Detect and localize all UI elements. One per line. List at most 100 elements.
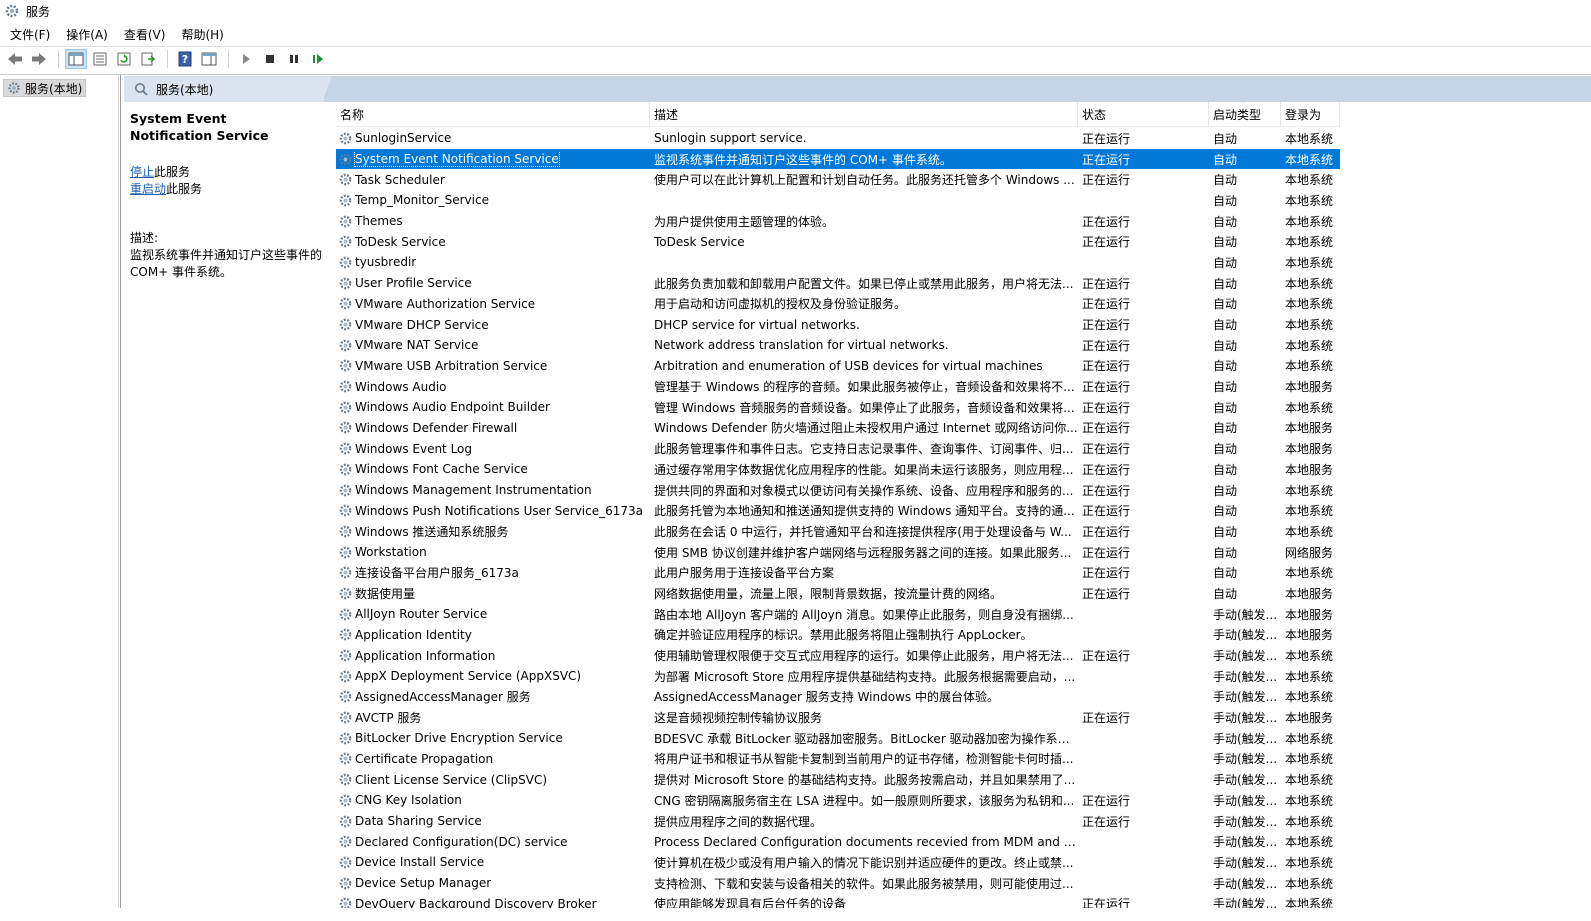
table-row[interactable]: Certificate Propagation 将用户证书和根证书从智能卡复制到当… [336,749,1340,770]
table-row[interactable]: Device Install Service 使计算机在极少或没有用户输入的情况下… [336,852,1340,873]
tree-item-services-local[interactable]: 服务(本地) [3,79,87,97]
service-logon-as: 本地系统 [1285,669,1334,684]
table-row[interactable]: Declared Configuration(DC) service Proces… [336,831,1340,852]
work-area: 服务(本地) 服务(本地) System Event Notification … [0,74,1591,921]
stop-service-link[interactable]: 停止 [130,165,154,179]
table-row[interactable]: Windows Font Cache Service 通过缓存常用字体数据优化应用… [336,459,1340,480]
services-gear-icon [8,82,20,94]
table-row-selected[interactable]: System Event Notification Service 监视系统事件并… [336,148,1340,170]
table-row[interactable]: AppX Deployment Service (AppXSVC) 为部署 Mic… [336,666,1340,687]
back-arrow-icon[interactable] [4,49,26,69]
table-row[interactable]: SunloginService Sunlogin support service.… [336,128,1340,149]
console-tree: 服务(本地) [0,75,121,921]
show-tree-icon[interactable] [65,49,87,69]
service-rows: SunloginService Sunlogin support service.… [336,128,1340,914]
service-gear-icon [339,360,352,372]
service-description: 使用辅助管理权限便于交互式应用程序的运行。如果停止此服务，用户将无法... [654,649,1074,664]
start-service-icon[interactable] [235,49,257,69]
column-header-logon[interactable]: 登录为 [1281,102,1340,127]
table-row[interactable]: BitLocker Drive Encryption Service BDESVC… [336,728,1340,749]
table-row[interactable]: AssignedAccessManager 服务 AssignedAccessMa… [336,687,1340,708]
table-row[interactable]: User Profile Service 此服务负责加载和卸载用户配置文件。如果已… [336,273,1340,294]
table-row[interactable]: AVCTP 服务 这是音频视频控制传输协议服务 正在运行 手动(触发... 本地服务 [336,707,1340,728]
menu-file[interactable]: 文件(F) [10,26,50,43]
table-row[interactable]: Application Identity 确定并验证应用程序的标识。禁用此服务将阻… [336,625,1340,646]
table-row[interactable]: VMware NAT Service Network address transl… [336,335,1340,356]
service-name-cell: Windows Audio Endpoint Builder [336,400,650,415]
service-startup-type: 自动 [1213,318,1238,333]
table-row[interactable]: CNG Key Isolation CNG 密钥隔离服务宿主在 LSA 进程中。如… [336,790,1340,811]
menu-action[interactable]: 操作(A) [66,26,108,43]
service-name-cell: Data Sharing Service [336,814,650,829]
service-startup-type: 自动 [1213,442,1238,457]
service-name-cell: Workstation [336,545,650,560]
service-description: 提供对 Microsoft Store 的基础结构支持。此服务按需启动，并且如果… [654,773,1076,788]
pane-header: 服务(本地) [124,76,1591,102]
properties-icon[interactable] [89,49,111,69]
column-header-status[interactable]: 状态 [1078,102,1209,127]
table-row[interactable]: Windows Defender Firewall Windows Defende… [336,418,1340,439]
column-header-name[interactable]: 名称 [336,102,650,127]
forward-arrow-icon[interactable] [28,49,50,69]
menu-help[interactable]: 帮助(H) [181,26,223,43]
service-name-cell: Windows Push Notifications User Service_… [336,503,650,518]
service-gear-icon [339,649,352,662]
service-name: Windows Defender Firewall [355,420,518,435]
stop-service-icon[interactable] [259,49,281,69]
table-row[interactable]: Themes 为用户提供使用主题管理的体验。 正在运行 自动 本地系统 [336,211,1340,232]
tree-divider [118,75,119,921]
table-row[interactable]: Client License Service (ClipSVC) 提供对 Micr… [336,769,1340,790]
service-logon-as: 本地系统 [1285,297,1334,312]
service-name: Task Scheduler [355,172,445,187]
show-action-pane-icon[interactable] [198,49,220,69]
table-row[interactable]: Device Setup Manager 支持检测、下载和安装与设备相关的软件。如… [336,873,1340,894]
table-row[interactable]: 数据使用量 网络数据使用量，流量上限，限制背景数据，按流量计费的网络。 正在运行 自动… [336,583,1340,604]
service-logon-as: 本地系统 [1285,483,1334,498]
service-name: Workstation [355,545,427,560]
table-row[interactable]: tyusbredir 自动 本地系统 [336,252,1340,273]
service-startup-type: 自动 [1213,152,1238,167]
table-row[interactable]: 连接设备平台用户服务_6173a 此用户服务用于连接设备平台方案 正在运行 自动 本地系… [336,562,1340,583]
table-row[interactable]: AllJoyn Router Service 路由本地 AllJoyn 客户端的 … [336,604,1340,625]
service-name: SunloginService [355,131,452,146]
service-name: Device Install Service [355,855,485,870]
table-row[interactable]: VMware Authorization Service 用于启动和访问虚拟机的授… [336,294,1340,315]
service-status: 正在运行 [1082,793,1131,808]
table-row[interactable]: Task Scheduler 使用户可以在此计算机上配置和计划自动任务。此服务还托… [336,169,1340,190]
table-row[interactable]: VMware DHCP Service DHCP service for virt… [336,314,1340,335]
table-row[interactable]: Windows Audio Endpoint Builder 管理 Windows… [336,397,1340,418]
service-name: AppX Deployment Service (AppXSVC) [355,669,582,684]
table-row[interactable]: Workstation 使用 SMB 协议创建并维护客户端网络与远程服务器之间的连… [336,542,1340,563]
service-name-cell: Device Setup Manager [336,876,650,891]
help-icon[interactable]: ? [174,49,196,69]
table-row[interactable]: Application Information 使用辅助管理权限便于交互式应用程序… [336,645,1340,666]
service-gear-icon [339,773,352,786]
menu-view[interactable]: 查看(V) [124,26,166,43]
table-row[interactable]: VMware USB Arbitration Service Arbitratio… [336,356,1340,377]
service-name: Windows 推送通知系统服务 [355,524,509,539]
service-logon-as: 本地系统 [1285,793,1334,808]
table-row[interactable]: Windows Audio 管理基于 Windows 的程序的音频。如果此服务被停… [336,376,1340,397]
description-text: 监视系统事件并通知订户这些事件的 COM+ 事件系统。 [130,248,323,279]
refresh-icon[interactable] [113,49,135,69]
extended-description-pane: System Event Notification Service 停止此服务 … [124,102,334,921]
table-row[interactable]: Windows 推送通知系统服务 此服务在会话 0 中运行，并托管通知平台和连接提… [336,521,1340,542]
table-row[interactable]: ToDesk Service ToDesk Service 正在运行 自动 本地系统 [336,231,1340,252]
toolbar-separator [58,50,59,68]
table-row[interactable]: Windows Push Notifications User Service_… [336,500,1340,521]
column-header-description[interactable]: 描述 [650,102,1078,127]
resume-service-icon[interactable] [307,49,329,69]
service-name: BitLocker Drive Encryption Service [355,731,563,746]
column-header-startup-type[interactable]: ⌃ 启动类型 [1209,102,1281,127]
table-row[interactable]: Data Sharing Service 提供应用程序之间的数据代理。 正在运行 手动… [336,811,1340,832]
export-list-icon[interactable] [137,49,159,69]
table-row[interactable]: Windows Event Log 此服务管理事件和事件日志。它支持日志记录事件、… [336,438,1340,459]
details-pane: 服务(本地) System Event Notification Service… [124,75,1591,921]
service-startup-type: 自动 [1213,545,1238,560]
table-row[interactable]: Temp_Monitor_Service 自动 本地系统 [336,190,1340,211]
restart-service-link[interactable]: 重启动 [130,182,166,196]
table-row[interactable]: Windows Management Instrumentation 提供共同的界… [336,480,1340,501]
service-description: 这是音频视频控制传输协议服务 [654,711,823,726]
service-startup-type: 手动(触发... [1213,607,1278,622]
pause-service-icon[interactable] [283,49,305,69]
